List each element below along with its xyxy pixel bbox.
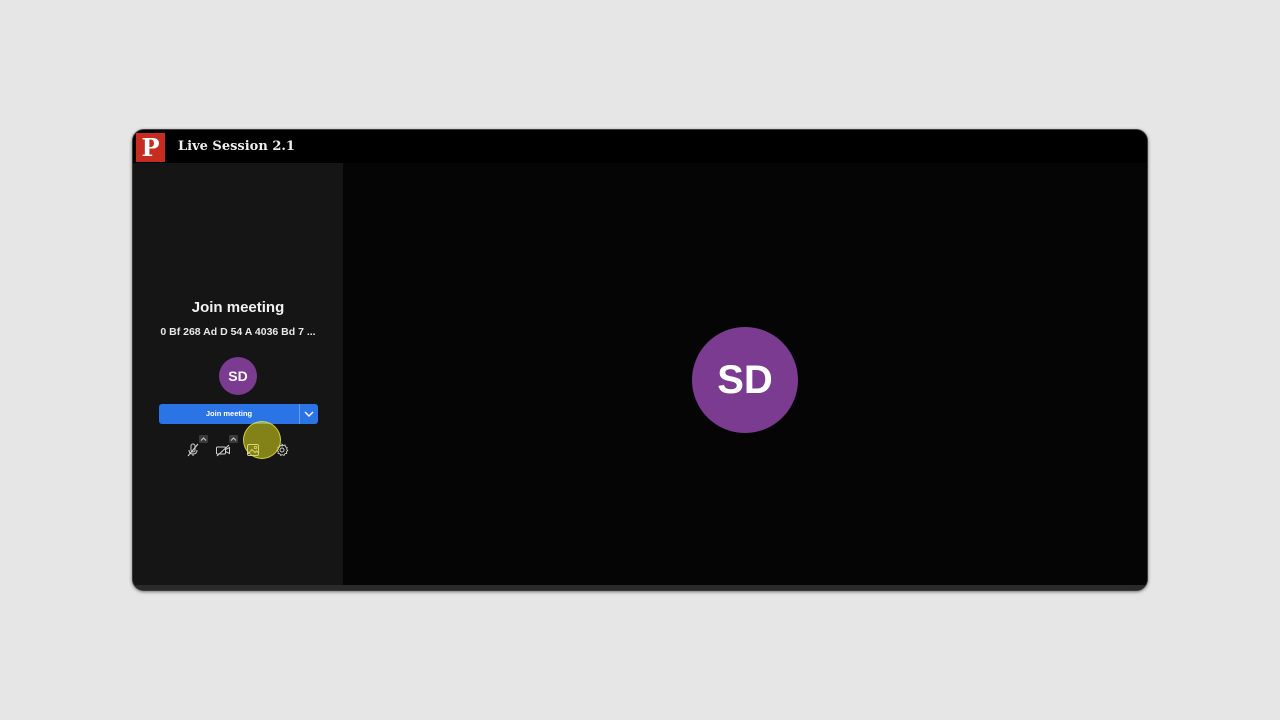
- background-image-icon: [247, 444, 259, 456]
- camera-off-icon: [216, 444, 230, 457]
- join-meeting-button-label: Join meeting: [205, 409, 253, 418]
- meeting-id: 0 Bf 268 Ad D 54 A 4036 Bd 7 ...: [160, 326, 316, 338]
- join-meeting-button[interactable]: Join meeting: [159, 404, 318, 424]
- window-bottom-edge: [133, 585, 1147, 590]
- chevron-up-icon: [230, 437, 237, 441]
- device-settings-button[interactable]: [274, 442, 290, 458]
- chevron-up-icon: [200, 437, 207, 441]
- app-logo: P: [136, 133, 165, 162]
- join-options-dropdown[interactable]: [299, 404, 318, 424]
- microphone-off-icon: [187, 443, 199, 457]
- microphone-toggle[interactable]: [185, 442, 201, 458]
- participant-avatar: SD: [692, 327, 798, 433]
- app-window: P Live Session 2.1 Join meeting 0 Bf 268…: [132, 129, 1148, 591]
- background-effects-button[interactable]: [245, 442, 261, 458]
- gear-icon: [276, 442, 289, 456]
- camera-options-button[interactable]: [229, 435, 238, 443]
- join-panel: Join meeting 0 Bf 268 Ad D 54 A 4036 Bd …: [133, 163, 343, 587]
- window-title: Live Session 2.1: [178, 139, 295, 154]
- camera-toggle[interactable]: [215, 442, 231, 458]
- video-stage: SD: [343, 163, 1147, 587]
- chevron-down-icon: [304, 411, 314, 417]
- avatar: SD: [219, 357, 257, 395]
- microphone-options-button[interactable]: [199, 435, 208, 443]
- title-bar: P Live Session 2.1: [133, 130, 1147, 163]
- join-heading: Join meeting: [191, 299, 285, 316]
